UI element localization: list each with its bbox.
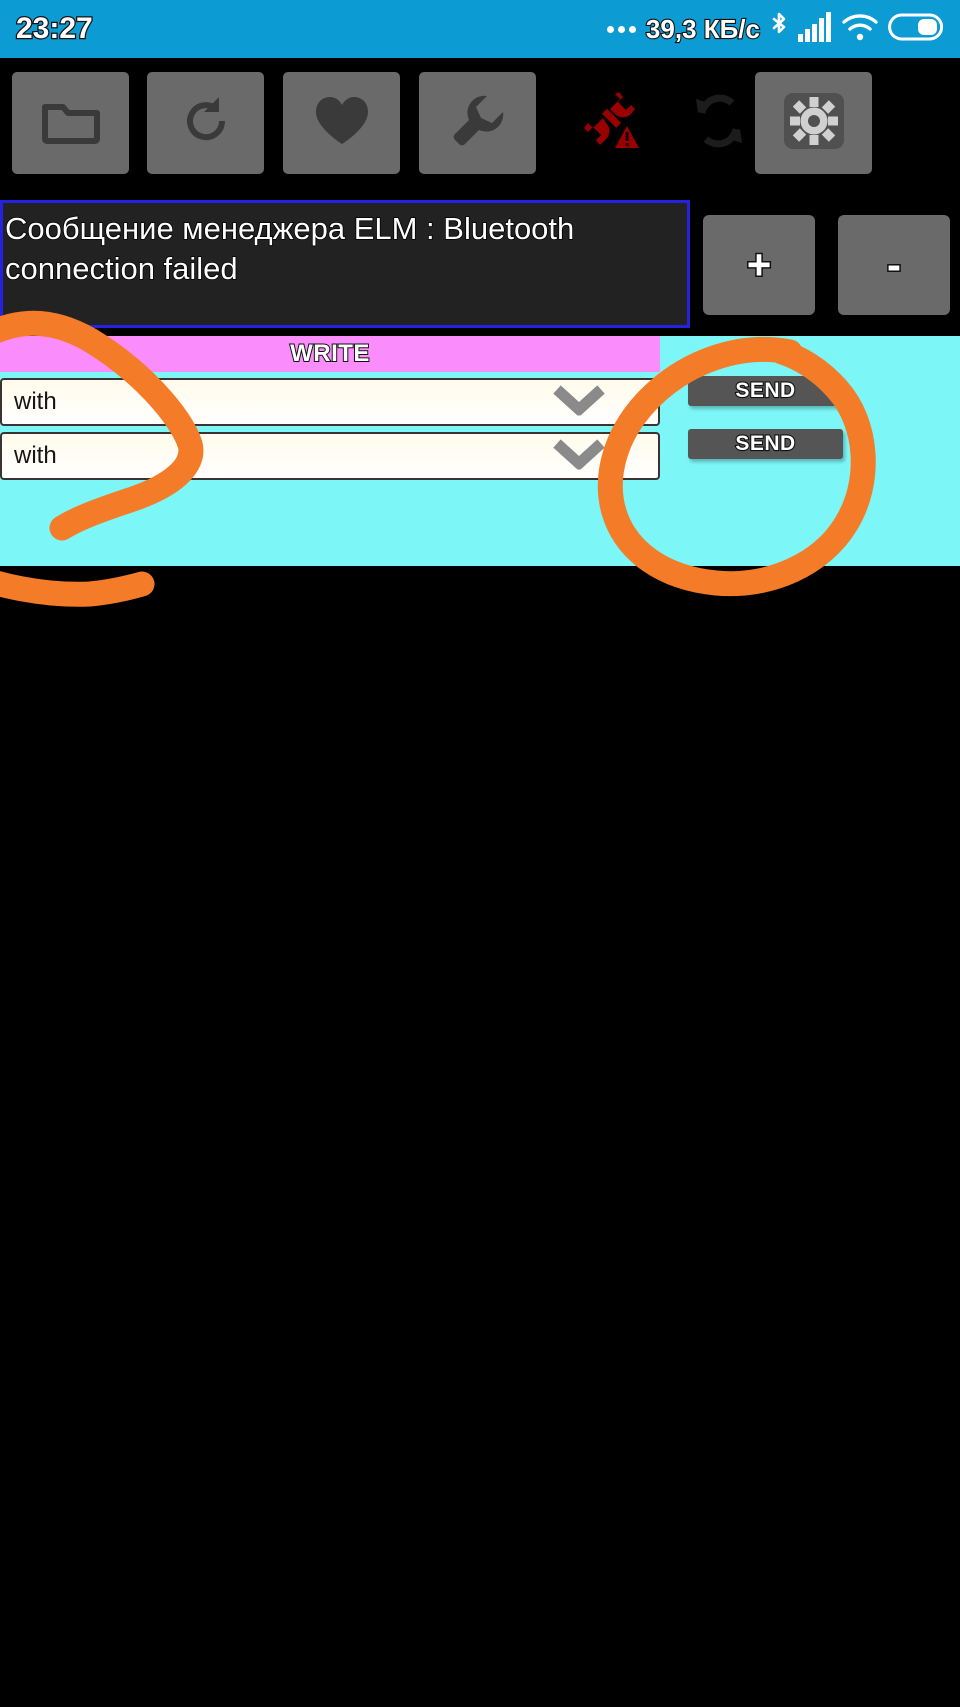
battery-icon	[888, 12, 944, 47]
wrench-icon	[449, 92, 507, 155]
wifi-icon	[841, 12, 879, 47]
increase-button[interactable]: +	[703, 215, 815, 315]
app-toolbar	[0, 58, 960, 188]
status-bar-clock: 23:27	[15, 11, 94, 47]
refresh-icon	[178, 93, 234, 154]
empty-content-area	[0, 566, 960, 1707]
gear-icon	[781, 91, 847, 156]
sync-arrows-icon	[688, 89, 750, 158]
overflow-dots-icon	[606, 25, 636, 33]
write-panel: WRITE with with SEND SEND	[0, 336, 960, 566]
send-button-2[interactable]: SEND	[688, 429, 843, 459]
send-button-1-label: SEND	[734, 378, 796, 403]
folder-icon	[41, 97, 101, 150]
elm-manager-message-text: Сообщение менеджера ELM : Bluetooth conn…	[4, 210, 575, 286]
connection-status[interactable]	[552, 72, 669, 174]
decrease-button[interactable]: -	[838, 215, 950, 315]
send-button-1[interactable]: SEND	[688, 376, 843, 406]
bluetooth-icon	[769, 11, 789, 48]
favorites-button[interactable]	[283, 72, 400, 174]
elm-manager-message-box[interactable]: Сообщение менеджера ELM : Bluetooth conn…	[0, 200, 690, 328]
network-speed-label: 39,3 КБ/c	[645, 12, 761, 44]
folder-button[interactable]	[12, 72, 129, 174]
status-bar-icons: 39,3 КБ/c	[606, 11, 944, 48]
heart-icon	[313, 94, 371, 153]
write-command-dropdown-2-value: with	[14, 442, 57, 469]
write-section-label: WRITE	[289, 339, 370, 368]
write-command-dropdown-2[interactable]: with	[0, 432, 660, 480]
write-section-header: WRITE	[0, 336, 660, 372]
status-bar: 23:27 39,3 КБ/c	[0, 0, 960, 58]
chevron-down-icon	[552, 384, 606, 421]
settings-button[interactable]	[755, 72, 872, 174]
refresh-button[interactable]	[147, 72, 264, 174]
tools-button[interactable]	[419, 72, 536, 174]
chevron-down-icon	[552, 438, 606, 475]
write-command-dropdown-1[interactable]: with	[0, 378, 660, 426]
disconnected-plug-warning-icon	[575, 86, 647, 161]
write-command-dropdown-1-value: with	[14, 388, 57, 415]
cellular-signal-icon	[798, 11, 832, 47]
send-button-2-label: SEND	[734, 431, 796, 456]
